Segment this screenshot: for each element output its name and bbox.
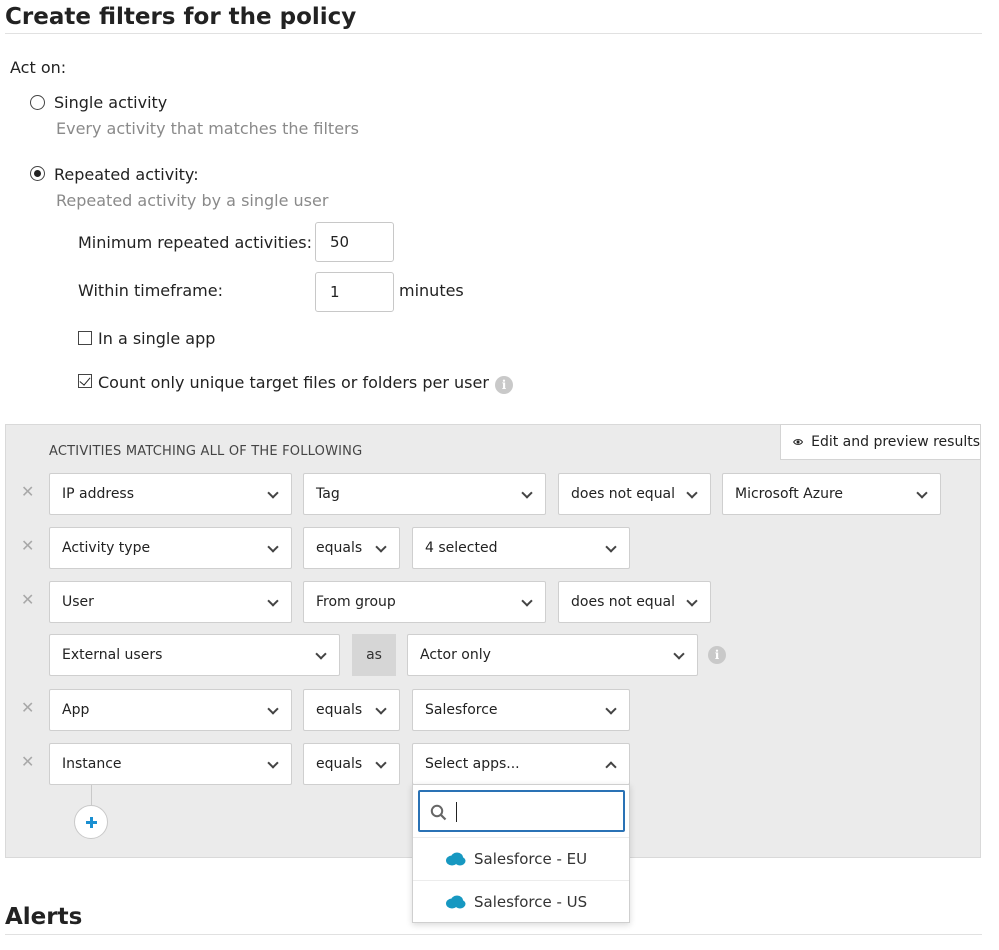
unique-targets-label[interactable]: Count only unique target files or folder… xyxy=(98,373,489,392)
filter-field-value: User xyxy=(62,594,94,610)
instance-option[interactable]: Salesforce - EU xyxy=(413,837,629,880)
filter-value-dropdown[interactable]: Microsoft Azure xyxy=(722,473,941,515)
chevron-down-icon xyxy=(686,595,698,607)
filter-field-dropdown[interactable]: Activity type xyxy=(49,527,292,569)
chevron-down-icon xyxy=(267,541,279,553)
filter-field-value: App xyxy=(62,702,90,718)
salesforce-cloud-icon xyxy=(446,895,466,908)
user-group-value: External users xyxy=(62,647,163,663)
filter-field-dropdown[interactable]: Instance xyxy=(49,743,292,785)
act-on-label: Act on: xyxy=(10,58,67,77)
filter-value: Salesforce xyxy=(425,702,498,718)
filter-value: 4 selected xyxy=(425,540,498,556)
timeframe-unit: minutes xyxy=(399,281,464,300)
filter-operator-value: equals xyxy=(316,756,363,772)
user-group-dropdown[interactable]: External users xyxy=(49,634,340,676)
section-title: Create filters for the policy xyxy=(5,4,357,30)
chevron-up-icon xyxy=(605,761,617,773)
filters-heading: ACTIVITIES MATCHING ALL OF THE FOLLOWING xyxy=(49,444,363,459)
filter-operator-value: From group xyxy=(316,594,396,610)
single-app-checkbox[interactable] xyxy=(78,331,92,345)
chevron-down-icon xyxy=(916,487,928,499)
user-role-value: Actor only xyxy=(420,647,491,663)
remove-row-icon[interactable]: ✕ xyxy=(21,482,34,501)
filter-qualifier-dropdown[interactable]: does not equal xyxy=(558,473,711,515)
remove-row-icon[interactable]: ✕ xyxy=(21,590,34,609)
instance-select-value: Select apps... xyxy=(425,756,520,772)
filter-operator-dropdown[interactable]: equals xyxy=(303,689,400,731)
filter-field-dropdown[interactable]: App xyxy=(49,689,292,731)
eye-icon xyxy=(793,439,804,445)
unique-targets-checkbox[interactable] xyxy=(78,374,92,388)
filter-value-dropdown[interactable]: 4 selected xyxy=(412,527,630,569)
text-cursor xyxy=(456,802,457,822)
filter-operator-value: equals xyxy=(316,702,363,718)
search-icon xyxy=(430,804,447,821)
remove-row-icon[interactable]: ✕ xyxy=(21,752,34,771)
timeframe-label: Within timeframe: xyxy=(78,281,223,300)
edit-preview-button[interactable]: Edit and preview results xyxy=(780,424,981,460)
chevron-down-icon xyxy=(375,703,387,715)
add-filter-button[interactable] xyxy=(74,805,108,839)
chevron-down-icon xyxy=(267,757,279,769)
instance-option[interactable]: Salesforce - US xyxy=(413,880,629,923)
unique-targets-info-icon[interactable]: i xyxy=(495,376,513,394)
salesforce-cloud-icon xyxy=(446,852,466,865)
remove-row-icon[interactable]: ✕ xyxy=(21,698,34,717)
chevron-down-icon xyxy=(375,757,387,769)
filter-operator-value: Tag xyxy=(316,486,340,502)
chevron-down-icon xyxy=(375,541,387,553)
repeated-activity-radio[interactable] xyxy=(30,166,45,181)
user-role-dropdown[interactable]: Actor only xyxy=(407,634,698,676)
single-activity-description: Every activity that matches the filters xyxy=(56,119,359,138)
instance-search-input[interactable] xyxy=(418,790,625,832)
chevron-down-icon xyxy=(605,541,617,553)
filter-field-dropdown[interactable]: IP address xyxy=(49,473,292,515)
alerts-divider xyxy=(5,934,982,935)
remove-row-icon[interactable]: ✕ xyxy=(21,536,34,555)
chevron-down-icon xyxy=(686,487,698,499)
chevron-down-icon xyxy=(605,703,617,715)
user-role-info-icon[interactable]: i xyxy=(708,646,726,664)
filter-operator-dropdown[interactable]: equals xyxy=(303,527,400,569)
filter-operator-dropdown[interactable]: From group xyxy=(303,581,546,623)
chevron-down-icon xyxy=(315,648,327,660)
timeframe-input[interactable]: 1 xyxy=(315,272,394,312)
filter-qualifier-value: does not equal xyxy=(571,594,676,610)
min-repeated-input[interactable]: 50 xyxy=(315,222,394,262)
chevron-down-icon xyxy=(267,703,279,715)
filter-operator-dropdown[interactable]: Tag xyxy=(303,473,546,515)
filter-operator-value: equals xyxy=(316,540,363,556)
alerts-title: Alerts xyxy=(5,904,83,930)
single-activity-label[interactable]: Single activity xyxy=(54,93,167,112)
instance-option-label: Salesforce - EU xyxy=(474,849,588,868)
chevron-down-icon xyxy=(521,487,533,499)
single-activity-radio[interactable] xyxy=(30,95,45,110)
instance-select-dropdown[interactable]: Select apps... xyxy=(412,743,630,785)
title-divider xyxy=(5,33,982,34)
filter-value-dropdown[interactable]: Salesforce xyxy=(412,689,630,731)
filter-field-value: Instance xyxy=(62,756,122,772)
filter-qualifier-dropdown[interactable]: does not equal xyxy=(558,581,711,623)
chevron-down-icon xyxy=(673,648,685,660)
repeated-activity-label[interactable]: Repeated activity: xyxy=(54,165,199,184)
instance-dropdown-menu: Salesforce - EU Salesforce - US xyxy=(412,784,630,923)
chevron-down-icon xyxy=(521,595,533,607)
single-app-label[interactable]: In a single app xyxy=(98,329,215,348)
filter-field-dropdown[interactable]: User xyxy=(49,581,292,623)
chevron-down-icon xyxy=(267,595,279,607)
as-connector-label: as xyxy=(352,634,396,676)
min-repeated-label: Minimum repeated activities: xyxy=(78,233,312,252)
edit-preview-label: Edit and preview results xyxy=(811,434,980,450)
instance-option-label: Salesforce - US xyxy=(474,892,588,911)
add-connector-line xyxy=(91,785,92,805)
filter-field-value: Activity type xyxy=(62,540,151,556)
filter-field-value: IP address xyxy=(62,486,135,502)
repeated-activity-description: Repeated activity by a single user xyxy=(56,191,329,210)
filter-qualifier-value: does not equal xyxy=(571,486,676,502)
chevron-down-icon xyxy=(267,487,279,499)
filter-value: Microsoft Azure xyxy=(735,486,844,502)
filter-operator-dropdown[interactable]: equals xyxy=(303,743,400,785)
